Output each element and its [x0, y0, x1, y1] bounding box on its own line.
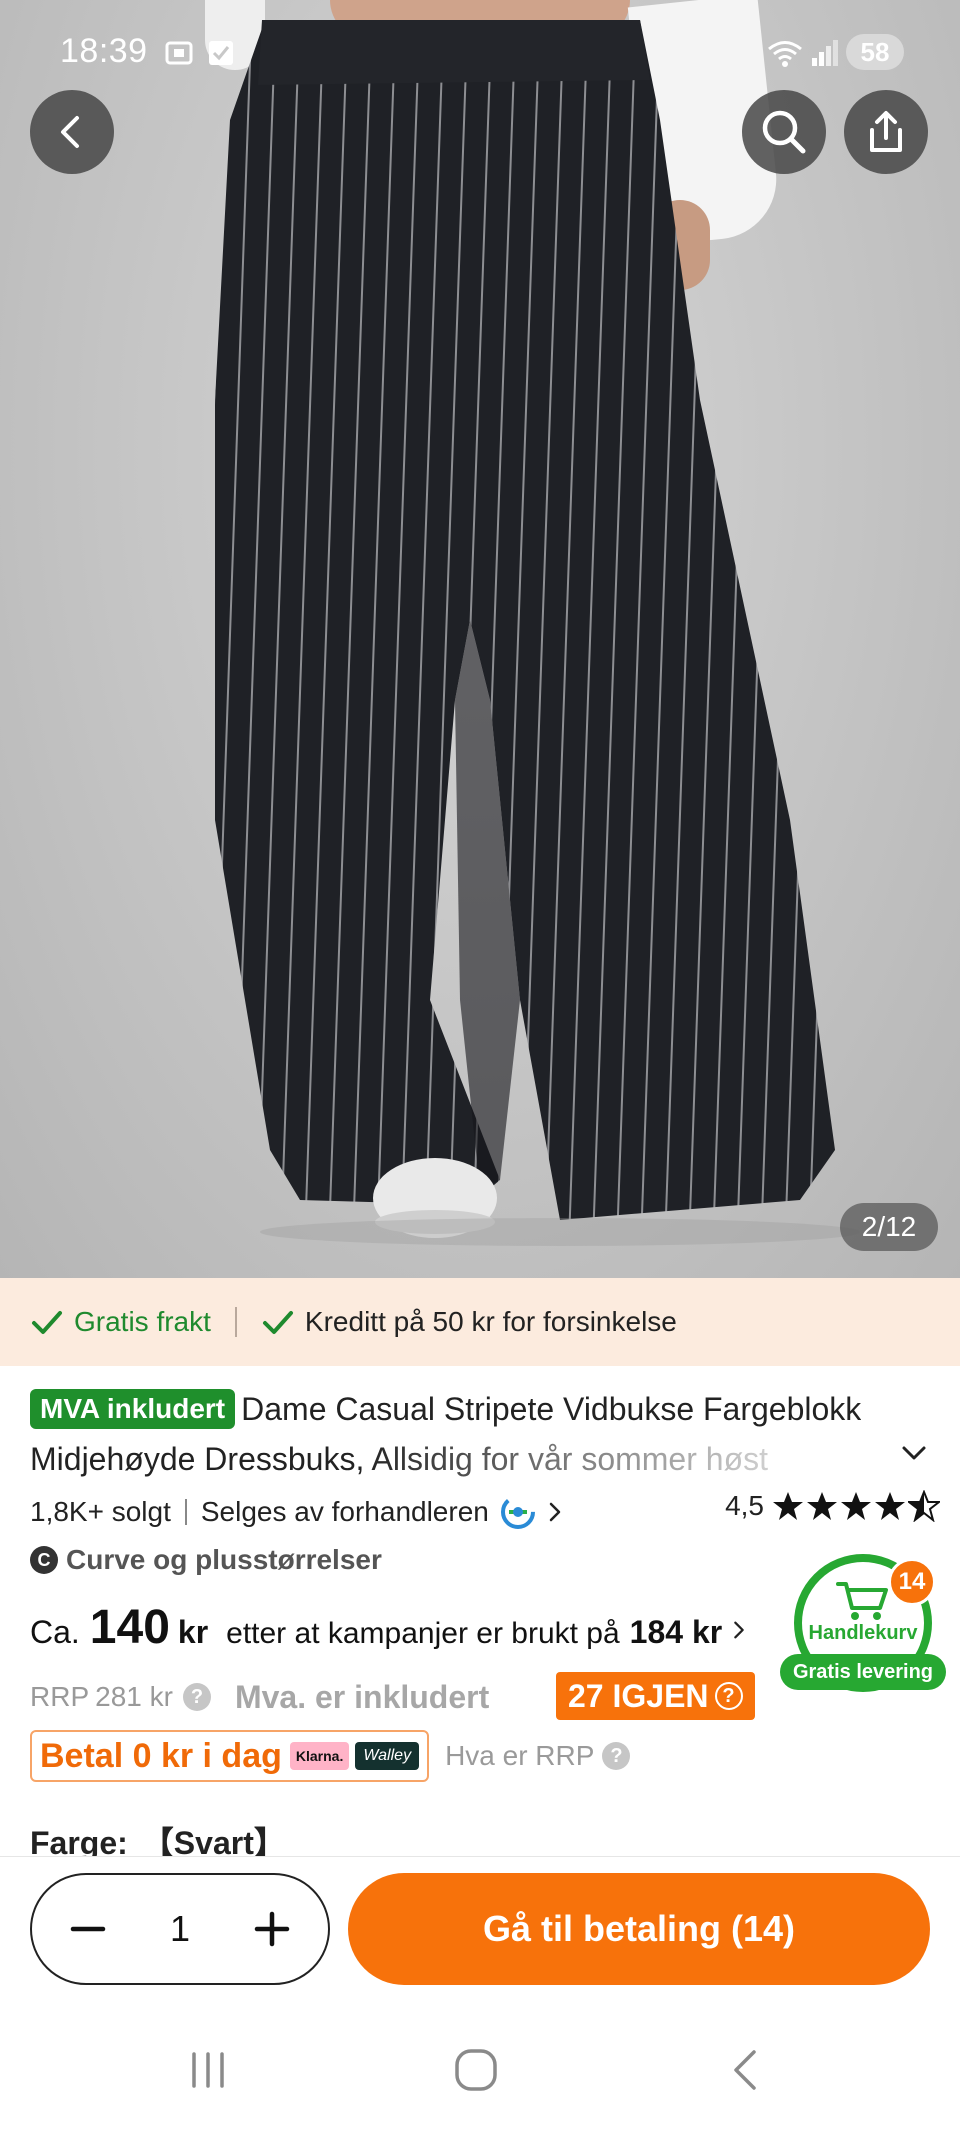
- vat-included-text: Mva. er inkludert: [234, 1678, 490, 1715]
- nav-back-icon: [734, 2050, 756, 2090]
- star-icon: [807, 1492, 837, 1520]
- increase-quantity-button[interactable]: [252, 1909, 292, 1949]
- banner-divider: [234, 1307, 237, 1337]
- rating[interactable]: 4,5: [725, 1490, 940, 1522]
- cart-float-button[interactable]: Handlekurv Gratis levering 14: [780, 1554, 946, 1694]
- star-icon: [841, 1492, 871, 1520]
- back-icon: [61, 116, 79, 148]
- color-selector-row[interactable]: Farge: 【Svart】: [30, 1818, 286, 1858]
- cart-label: Handlekurv: [808, 1622, 918, 1644]
- product-title[interactable]: MVA inkludert Dame Casual Stripete Vidbuk…: [30, 1384, 920, 1484]
- system-nav-bar: [0, 1996, 960, 2133]
- cart-count-badge: 14: [888, 1558, 936, 1606]
- signal-icon: [812, 40, 838, 66]
- rrp-value: 281 kr: [95, 1681, 173, 1712]
- price-after-campaign-label: etter at kampanjer er brukt på: [226, 1617, 620, 1650]
- recents-button[interactable]: [178, 2040, 238, 2100]
- price-before-campaign: 184 kr: [629, 1614, 723, 1650]
- delay-credit-label: Kreditt på 50 kr for forsinkelse: [304, 1306, 677, 1337]
- check-icon: [32, 1311, 62, 1334]
- payment-row: Betal 0 kr i dag Klarna. Walley Hva er R…: [30, 1730, 631, 1782]
- recents-icon: [192, 2052, 224, 2088]
- curve-icon: C: [30, 1546, 58, 1574]
- meta-divider: [184, 1499, 187, 1525]
- image-pager: 2/12: [840, 1203, 938, 1251]
- quantity-value[interactable]: 1: [170, 1908, 190, 1950]
- pay-later-box[interactable]: Betal 0 kr i dag Klarna. Walley: [30, 1730, 430, 1782]
- walley-logo: Walley: [355, 1742, 420, 1770]
- stock-left-label: 27 IGJEN: [568, 1677, 709, 1714]
- free-shipping-label: Gratis frakt: [74, 1306, 211, 1337]
- delay-credit-item: Kreditt på 50 kr for forsinkelse: [261, 1305, 677, 1339]
- price-value: 140: [89, 1601, 170, 1654]
- decrease-quantity-button[interactable]: [68, 1909, 108, 1949]
- home-button[interactable]: [446, 2040, 506, 2100]
- chevron-down-icon[interactable]: [898, 1437, 930, 1469]
- klarna-logo: Klarna.: [289, 1742, 350, 1770]
- sold-count: 1,8K+ solgt: [30, 1496, 171, 1527]
- search-icon: [762, 110, 806, 154]
- rrp-label: RRP: [30, 1681, 90, 1712]
- rrp-row: RRP 281 kr ? Mva. er inkludert 27 IGJEN …: [30, 1672, 770, 1722]
- seller-link[interactable]: Selges av forhandleren: [201, 1496, 489, 1528]
- share-icon: [870, 111, 902, 152]
- search-button[interactable]: [742, 90, 826, 174]
- cart-icon: [836, 1582, 888, 1620]
- plus-icon: [254, 1911, 290, 1947]
- price-currency: kr: [177, 1614, 209, 1650]
- bottom-action-bar: 1 Gå til betaling (14): [0, 1856, 960, 1996]
- price-approx-label: Ca.: [30, 1614, 80, 1650]
- curve-plus-size-tag[interactable]: C Curve og plusstørrelser: [30, 1540, 382, 1580]
- price-row[interactable]: Ca. 140 kr etter at kampanjer er brukt p…: [30, 1600, 750, 1660]
- nav-back-button[interactable]: [716, 2040, 776, 2100]
- share-button[interactable]: [844, 90, 928, 174]
- status-time: 18:39: [60, 32, 148, 70]
- battery-indicator: 58: [846, 34, 904, 70]
- free-shipping-item: Gratis frakt: [30, 1305, 211, 1339]
- chevron-right-icon[interactable]: [543, 1500, 567, 1524]
- color-value: 【Svart】: [141, 1825, 286, 1858]
- star-icon: [773, 1492, 803, 1520]
- stock-left-badge[interactable]: 27 IGJEN ?: [556, 1672, 755, 1720]
- stock-help-icon: ?: [714, 1682, 743, 1710]
- check-icon: [262, 1311, 293, 1334]
- star-icon: [875, 1492, 905, 1520]
- rating-value: 4,5: [725, 1490, 764, 1521]
- pay-today-label: Betal 0 kr i dag: [40, 1736, 282, 1775]
- vat-included-badge: MVA inkludert: [30, 1389, 236, 1429]
- checkout-button[interactable]: Gå til betaling (14): [348, 1873, 930, 1985]
- rrp-question-help-icon[interactable]: ?: [602, 1742, 631, 1770]
- wifi-icon: [768, 41, 802, 67]
- striped-trousers-illustration: [215, 20, 860, 1246]
- product-meta-row: 1,8K+ solgt Selges av forhandleren 4,5: [30, 1490, 940, 1534]
- rrp-help-icon[interactable]: ?: [182, 1683, 211, 1711]
- quantity-stepper: 1: [30, 1873, 330, 1985]
- screenshot-icon: [165, 41, 193, 65]
- status-bar: 18:39 58: [0, 28, 960, 78]
- color-label: Farge:: [30, 1825, 128, 1858]
- product-image[interactable]: [0, 0, 960, 1278]
- free-delivery-ribbon: Gratis levering: [780, 1654, 946, 1690]
- shipping-banner[interactable]: Gratis frakt Kreditt på 50 kr for forsin…: [0, 1278, 960, 1366]
- minus-icon: [70, 1926, 106, 1932]
- what-is-rrp-link[interactable]: Hva er RRP: [445, 1740, 594, 1772]
- back-button[interactable]: [30, 90, 114, 174]
- curve-label: Curve og plusstørrelser: [66, 1544, 382, 1575]
- notification-check-icon: [209, 41, 233, 65]
- chevron-right-icon: [734, 1621, 745, 1639]
- home-icon: [455, 2049, 497, 2091]
- seller-logo-icon: [500, 1495, 535, 1529]
- star-half-icon: [908, 1490, 940, 1522]
